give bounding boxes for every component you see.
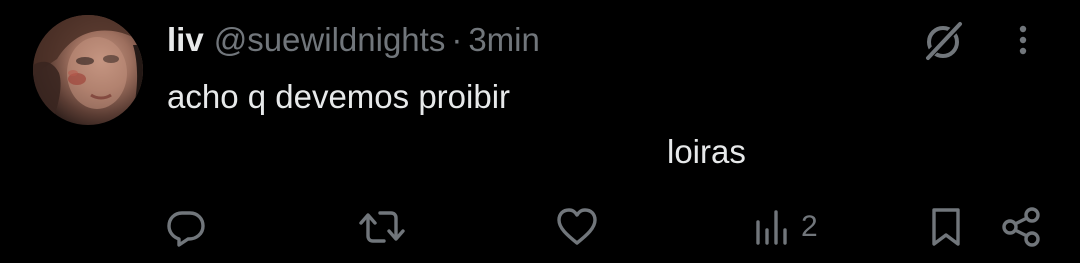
heart-icon bbox=[557, 208, 597, 245]
separator-dot: · bbox=[451, 21, 463, 58]
user-handle[interactable]: @suewildnights bbox=[214, 21, 446, 59]
grok-icon[interactable] bbox=[920, 18, 966, 64]
views-count: 2 bbox=[801, 210, 818, 243]
tweet-text-line-2: loiras bbox=[667, 133, 746, 170]
retweet-icon bbox=[359, 211, 405, 243]
reply-button[interactable] bbox=[165, 205, 207, 249]
like-button[interactable] bbox=[555, 205, 599, 249]
share-icon bbox=[1002, 207, 1040, 247]
tweet-header: liv @suewildnights · 3min bbox=[167, 20, 540, 60]
more-vertical-icon[interactable] bbox=[1008, 20, 1038, 60]
share-button[interactable] bbox=[1000, 205, 1044, 249]
tweet-text-line-1: acho q devemos proibir bbox=[167, 78, 511, 115]
timestamp[interactable]: 3min bbox=[468, 21, 540, 59]
bookmark-button[interactable] bbox=[926, 205, 966, 249]
tweet: liv @suewildnights · 3min acho q devemos… bbox=[0, 0, 1080, 263]
display-name[interactable]: liv bbox=[167, 21, 204, 59]
views-button[interactable]: 2 bbox=[753, 205, 818, 249]
retweet-button[interactable] bbox=[358, 205, 406, 249]
avatar-photo bbox=[33, 15, 143, 125]
avatar[interactable] bbox=[33, 15, 143, 125]
bookmark-icon bbox=[932, 208, 960, 246]
views-bar-chart-icon bbox=[756, 210, 787, 245]
reply-icon bbox=[167, 211, 205, 247]
